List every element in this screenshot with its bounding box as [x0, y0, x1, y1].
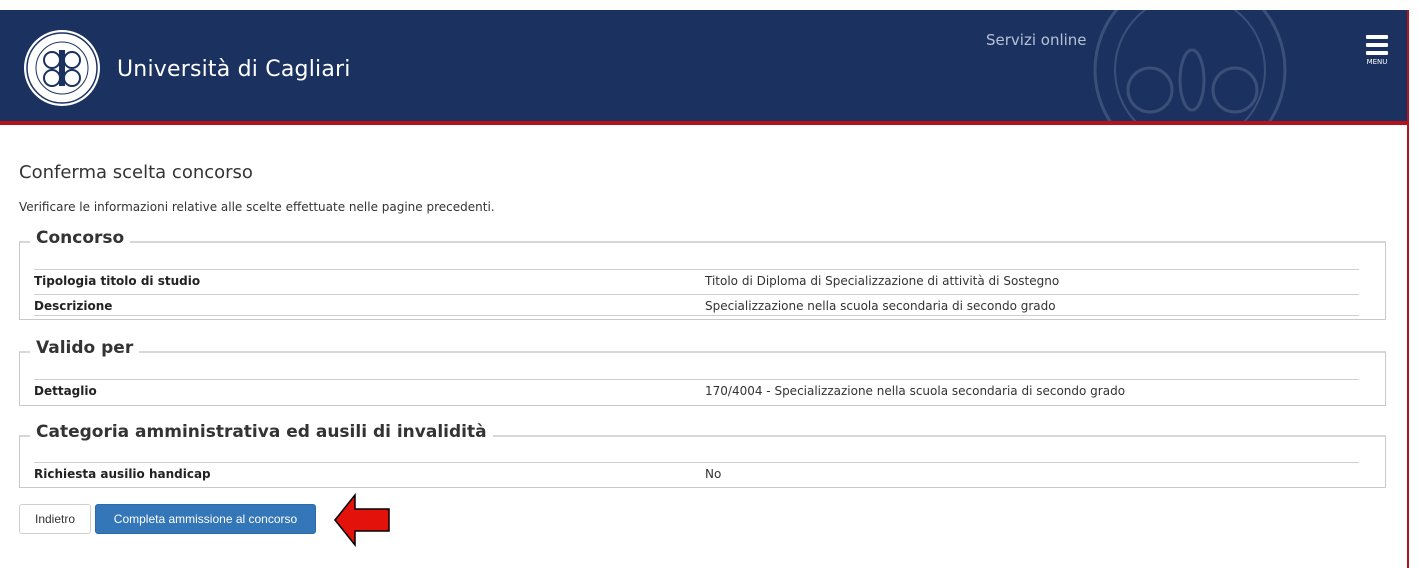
info-label: Dettaglio	[34, 384, 97, 398]
menu-button[interactable]: MENU	[1357, 32, 1397, 82]
section-valido-per: Valido per Dettaglio 170/4004 - Speciali…	[19, 338, 1386, 406]
red-left-arrow-icon	[334, 493, 390, 548]
university-seal-icon[interactable]	[22, 28, 102, 108]
info-value: Titolo di Diploma di Specializzazione di…	[705, 274, 1060, 288]
page-title: Conferma scelta concorso	[19, 162, 253, 183]
info-row: Dettaglio 170/4004 - Specializzazione ne…	[34, 379, 1359, 400]
info-row: Tipologia titolo di studio Titolo di Dip…	[34, 269, 1359, 290]
section-concorso: Concorso Tipologia titolo di studio Tito…	[19, 228, 1386, 320]
info-value: No	[705, 467, 722, 481]
hamburger-bar	[1366, 43, 1388, 47]
info-row: Richiesta ausilio handicap No	[34, 462, 1359, 483]
hamburger-bar	[1366, 51, 1388, 55]
info-value: Specializzazione nella scuola secondaria…	[705, 299, 1056, 313]
section-legend: Categoria amministrativa ed ausili di in…	[30, 422, 493, 442]
university-name[interactable]: Università di Cagliari	[117, 57, 351, 82]
info-label: Richiesta ausilio handicap	[34, 467, 211, 481]
menu-label: MENU	[1366, 58, 1388, 66]
watermark-seal-icon	[1093, 10, 1287, 121]
page-right-border	[1407, 10, 1409, 568]
window-top-margin	[0, 0, 1419, 10]
info-label: Descrizione	[34, 299, 113, 313]
section-categoria: Categoria amministrativa ed ausili di in…	[19, 422, 1386, 488]
page-intro: Verificare le informazioni relative alle…	[19, 200, 495, 214]
header-accent-line	[0, 121, 1409, 125]
info-row: Descrizione Specializzazione nella scuol…	[34, 294, 1359, 316]
complete-admission-button[interactable]: Completa ammissione al concorso	[95, 504, 316, 534]
section-legend: Valido per	[30, 338, 140, 358]
info-value: 170/4004 - Specializzazione nella scuola…	[705, 384, 1126, 398]
back-button[interactable]: Indietro	[19, 504, 91, 534]
section-legend: Concorso	[30, 228, 131, 248]
site-header: Università di Cagliari Servizi online ME…	[0, 10, 1407, 121]
hamburger-menu-icon	[1366, 35, 1388, 39]
services-online-label: Servizi online	[986, 31, 1087, 49]
info-label: Tipologia titolo di studio	[34, 274, 201, 288]
